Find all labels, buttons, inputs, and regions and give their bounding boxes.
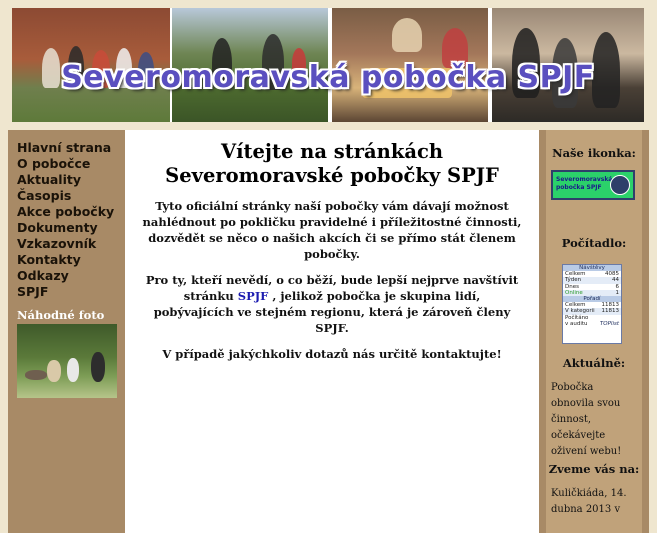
random-photo-title: Náhodné foto: [17, 308, 105, 322]
layout-frame: Hlavní strana O pobočce Aktuality Časopi…: [8, 130, 649, 533]
main-content: Vítejte na stránkách Severomoravské pobo…: [134, 140, 530, 362]
right-sidebar: Naše ikonka: Severomoravská pobočka SPJF…: [539, 130, 649, 533]
contact-paragraph: V případě jakýchkoliv dotazů nás určitě …: [162, 347, 502, 361]
nav-item-spjf[interactable]: SPJF: [17, 284, 114, 300]
nav-item-casopis[interactable]: Časopis: [17, 188, 114, 204]
main-nav: Hlavní strana O pobočce Aktuality Časopi…: [17, 140, 114, 300]
page-heading: Vítejte na stránkách Severomoravské pobo…: [165, 140, 499, 187]
site-title: Severomoravská pobočka SPJF: [61, 60, 595, 95]
counter-footer-line-2: v auditu: [565, 320, 588, 327]
nav-item-dokumenty[interactable]: Dokumenty: [17, 220, 114, 236]
header-banner: Severomoravská pobočka SPJF: [12, 8, 644, 122]
site-badge-line-1: Severomoravská: [556, 176, 613, 183]
counter-title: Počítadlo:: [561, 236, 627, 250]
nav-item-akce-pobocky[interactable]: Akce pobočky: [17, 204, 114, 220]
spjf-paragraph: Pro ty, kteří nevědí, o co běží, bude le…: [142, 272, 522, 336]
spjf-logo-icon: [610, 175, 630, 195]
site-badge-line-2: pobočka SPJF: [556, 184, 602, 191]
counter-label: Online: [565, 289, 583, 296]
nav-item-o-pobocce[interactable]: O pobočce: [17, 156, 114, 172]
spjf-link[interactable]: SPJF: [238, 289, 269, 303]
counter-value: 1: [615, 289, 620, 296]
site-badge[interactable]: Severomoravská pobočka SPJF: [551, 170, 635, 200]
counter-value: 11813: [601, 308, 620, 315]
nav-item-odkazy[interactable]: Odkazy: [17, 268, 114, 284]
counter-footer-line-1: Počítáno: [565, 314, 589, 321]
nav-item-hlavni-strana[interactable]: Hlavní strana: [17, 140, 114, 156]
visit-counter[interactable]: Návštěvy Celkem 4085 Týden 44 Dnes 6 Online…: [562, 264, 622, 344]
toplist-logo: TOPlist: [599, 320, 619, 327]
zveme-text: Kuličkiáda, 14. dubna 2013 v: [551, 488, 627, 515]
random-photo[interactable]: [17, 324, 117, 398]
nav-item-aktuality[interactable]: Aktuality: [17, 172, 114, 188]
zveme-title: Zveme vás na:: [548, 462, 640, 476]
aktualne-text: Pobočka obnovila svou činnost, očekávejt…: [551, 382, 622, 457]
site-badge-text: Severomoravská pobočka SPJF: [556, 176, 612, 192]
intro-paragraph: Tyto oficiální stránky naší pobočky vám …: [142, 199, 522, 261]
nav-item-kontakty[interactable]: Kontakty: [17, 252, 114, 268]
nav-item-vzkazovnik[interactable]: Vzkazovník: [17, 236, 114, 252]
counter-footer: Počítáno v auditu TOPlist: [563, 315, 621, 327]
left-sidebar: Hlavní strana O pobočce Aktuality Časopi…: [8, 130, 125, 533]
aktualne-title: Aktuálně:: [562, 356, 626, 370]
ikonka-title: Naše ikonka:: [552, 146, 636, 160]
